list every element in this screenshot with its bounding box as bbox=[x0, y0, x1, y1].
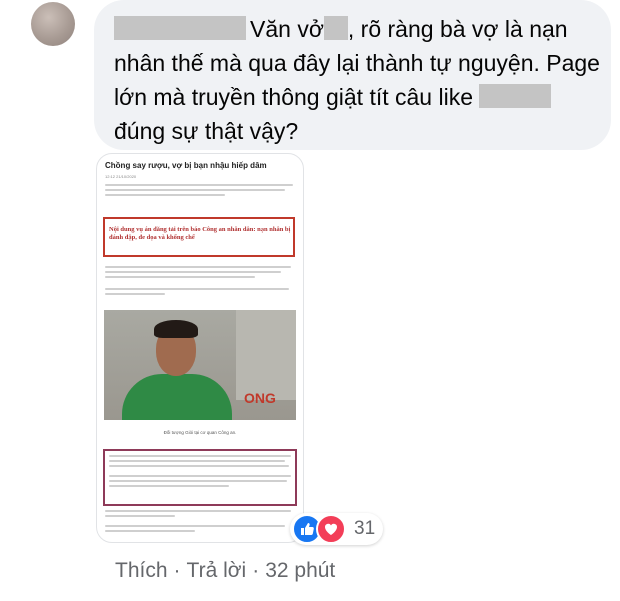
commenter-avatar[interactable] bbox=[31, 2, 75, 46]
reactions-summary[interactable]: 31 bbox=[290, 513, 384, 545]
article-lead-lines bbox=[105, 184, 293, 199]
article-title: Chồng say rượu, vợ bị bạn nhậu hiếp dâm bbox=[105, 161, 267, 170]
photo-caption: Đối tượng Giỏi tại cơ quan Công an. bbox=[163, 430, 237, 435]
reply-link[interactable]: Trả lời bbox=[187, 559, 247, 583]
article-photo: ONG bbox=[104, 310, 296, 420]
love-icon bbox=[316, 514, 346, 544]
redacted-commenter-name[interactable] bbox=[114, 16, 246, 40]
comment-actions: Thích · Trả lời · 32 phút bbox=[115, 559, 335, 583]
redacted-word bbox=[479, 84, 552, 108]
comment-timestamp[interactable]: 32 phút bbox=[265, 559, 335, 583]
redacted-word bbox=[323, 16, 348, 40]
comment-text-part-1: Văn vở bbox=[250, 16, 324, 42]
separator: · bbox=[173, 559, 181, 582]
highlight-box: Nội dung vụ án đăng tải trên báo Công an… bbox=[103, 217, 295, 257]
like-link[interactable]: Thích bbox=[115, 559, 168, 583]
article-footer-lines bbox=[105, 510, 293, 535]
comment-text: Văn vở, rõ ràng bà vợ là nạn nhân thế mà… bbox=[114, 12, 604, 148]
highlight-text: Nội dung vụ án đăng tải trên báo Công an… bbox=[109, 226, 291, 241]
reaction-count: 31 bbox=[354, 518, 376, 539]
attached-image[interactable]: Chồng say rượu, vợ bị bạn nhậu hiếp dâm … bbox=[96, 153, 304, 543]
comment-text-part-3: đúng sự thật vậy? bbox=[114, 118, 299, 144]
separator: · bbox=[252, 559, 260, 582]
article-body-lines bbox=[105, 266, 293, 298]
article-date: 12:12 21/10/2020 bbox=[105, 174, 137, 179]
highlight-box-2 bbox=[103, 449, 297, 506]
